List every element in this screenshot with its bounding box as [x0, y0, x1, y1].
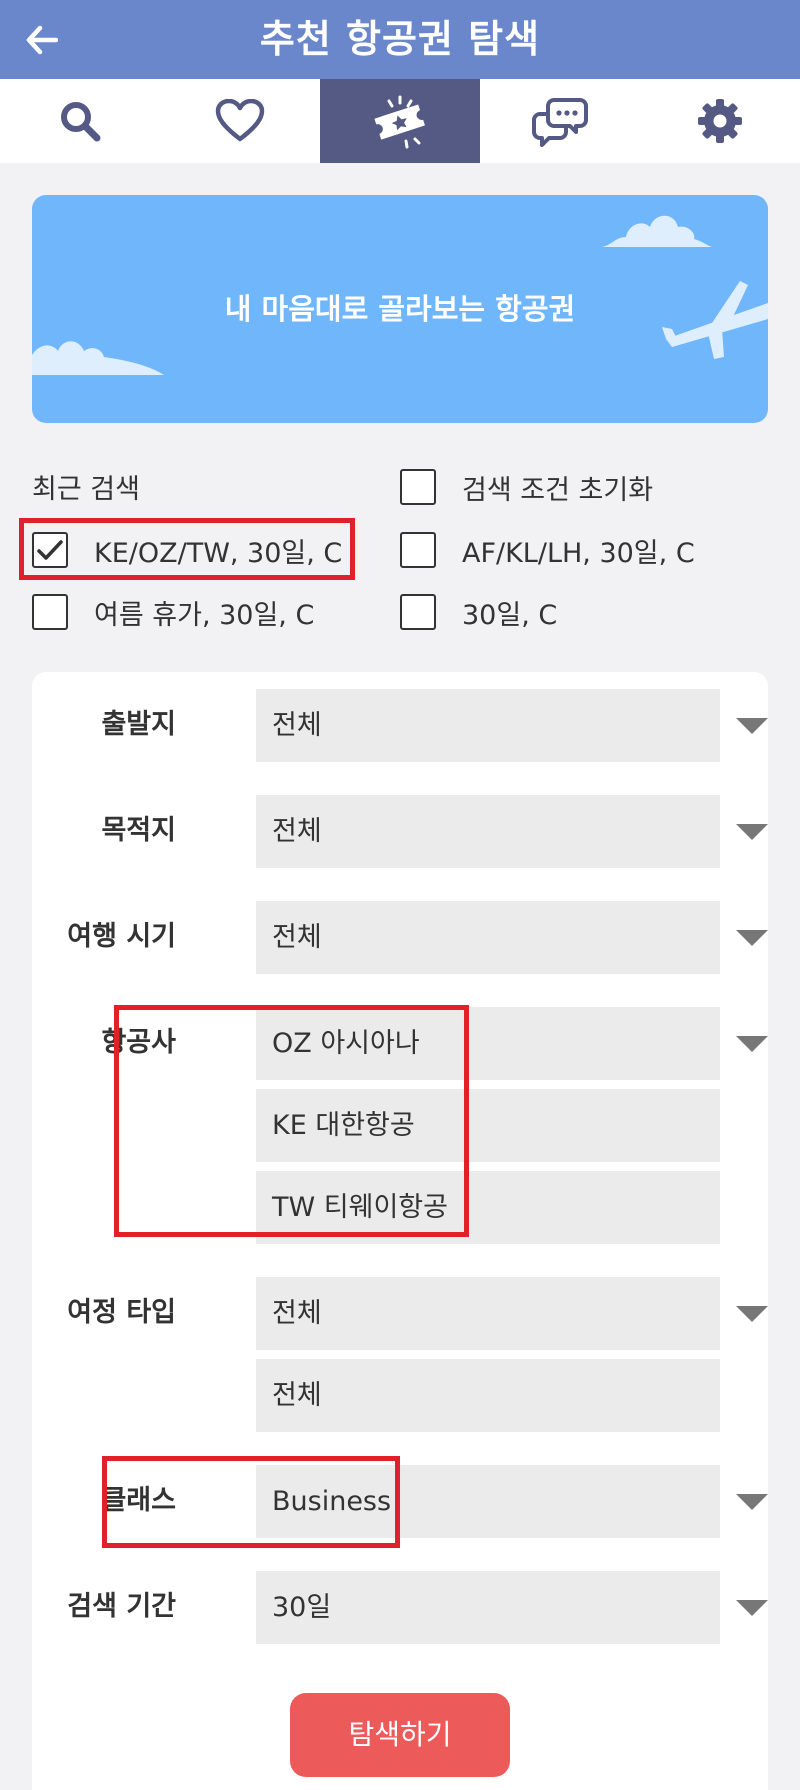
destination-label: 목적지	[101, 815, 176, 846]
chevron-down-icon[interactable]	[736, 1304, 768, 1324]
destination-select[interactable]: 전체	[256, 795, 720, 868]
tab-bar	[0, 79, 800, 163]
highlight-box	[19, 518, 355, 580]
travel-period-select[interactable]: 전체	[256, 901, 720, 974]
search-icon	[61, 102, 101, 142]
trip-type-select[interactable]: 전체	[256, 1277, 720, 1350]
chevron-down-icon[interactable]	[736, 1598, 768, 1618]
highlight-box	[114, 1005, 469, 1237]
chevron-down-icon[interactable]	[736, 822, 768, 842]
checkbox-box[interactable]	[32, 594, 68, 630]
heart-icon	[215, 99, 265, 142]
recent-search-label: 최근 검색	[32, 474, 140, 505]
page-title: 추천 항공권 탐색	[259, 17, 541, 61]
tab-chat[interactable]	[480, 79, 640, 163]
search-period-select[interactable]: 30일	[256, 1571, 720, 1644]
tab-favorites[interactable]	[160, 79, 320, 163]
recent-search-label: 30일, C	[462, 599, 558, 631]
reset-conditions-label: 검색 조건 초기화	[462, 474, 654, 506]
departure-select[interactable]: 전체	[256, 689, 720, 762]
reset-conditions-checkbox[interactable]: 검색 조건 초기화	[400, 467, 653, 507]
ticket-icon	[374, 95, 425, 149]
chevron-down-icon[interactable]	[736, 928, 768, 948]
departure-label: 출발지	[101, 709, 176, 740]
search-submit-button[interactable]: 탐색하기	[290, 1693, 510, 1777]
checkbox-box[interactable]	[400, 469, 436, 505]
tab-settings[interactable]	[640, 79, 800, 163]
chat-icon	[532, 98, 588, 147]
promo-banner: 내 마음대로 골라보는 항공권	[32, 195, 768, 423]
recent-search-item[interactable]: 여름 휴가, 30일, C	[32, 592, 314, 632]
search-period-label: 검색 기간	[67, 1591, 176, 1622]
recent-search-item[interactable]: 30일, C	[400, 592, 557, 632]
tab-search[interactable]	[0, 79, 160, 163]
highlight-box	[102, 1456, 400, 1548]
tab-recommend[interactable]	[320, 79, 480, 163]
travel-period-label: 여행 시기	[67, 921, 176, 952]
checkbox-box[interactable]	[400, 532, 436, 568]
chevron-down-icon[interactable]	[736, 716, 768, 736]
gear-icon	[698, 99, 742, 143]
banner-text: 내 마음대로 골라보는 항공권	[224, 292, 576, 326]
app-header: 추천 항공권 탐색	[0, 0, 800, 79]
chevron-down-icon[interactable]	[736, 1034, 768, 1054]
checkbox-box[interactable]	[400, 594, 436, 630]
recent-search-item[interactable]: AF/KL/LH, 30일, C	[400, 530, 695, 570]
recent-search-label: 여름 휴가, 30일, C	[94, 599, 315, 631]
recent-search-label: AF/KL/LH, 30일, C	[462, 537, 695, 569]
trip-type-select[interactable]: 전체	[256, 1359, 720, 1432]
trip-type-label: 여정 타입	[67, 1297, 176, 1328]
chevron-down-icon[interactable]	[736, 1492, 768, 1512]
